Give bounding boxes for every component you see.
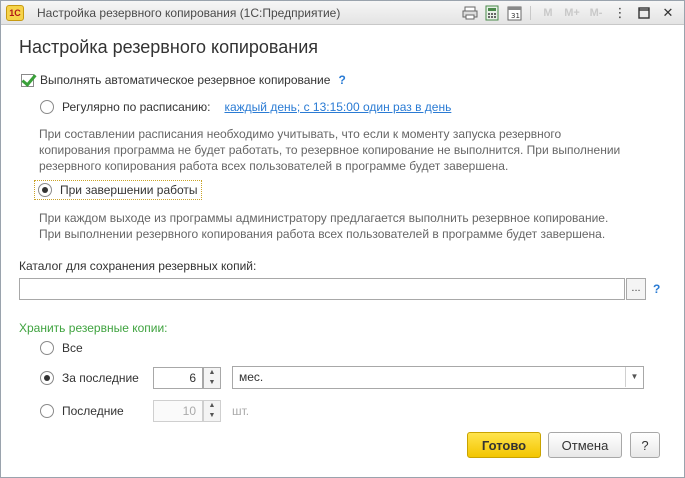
period-unit-value: мес. (239, 370, 264, 384)
title-bar: 1C Настройка резервного копирования (1С:… (1, 1, 684, 25)
calendar-icon[interactable]: 31 (505, 4, 523, 22)
print-icon[interactable] (461, 4, 479, 22)
keep-backups-label: Хранить резервные копии: (19, 321, 168, 335)
schedule-option-row[interactable]: Регулярно по расписанию: каждый день; с … (40, 100, 451, 114)
directory-help-icon[interactable]: ? (653, 282, 660, 296)
on-exit-note-line: При каждом выходе из программы администр… (39, 211, 609, 225)
title-bar-toolbar: 31 M M+ M- ⋮ ✕ (461, 4, 678, 22)
auto-backup-checkbox[interactable] (21, 73, 34, 87)
schedule-label[interactable]: Регулярно по расписанию: (62, 100, 210, 114)
keep-count-label[interactable]: Последние (62, 404, 124, 418)
stepper-down-icon[interactable]: ▼ (204, 378, 220, 388)
memory-add-button[interactable]: M+ (562, 7, 582, 19)
on-exit-radio[interactable] (38, 183, 52, 197)
keep-all-radio[interactable] (40, 341, 54, 355)
directory-select-button[interactable]: ... (626, 278, 646, 300)
on-exit-note: При каждом выходе из программы администр… (39, 210, 608, 242)
calculator-icon[interactable] (483, 4, 501, 22)
schedule-link[interactable]: каждый день; с 13:15:00 один раз в день (224, 100, 451, 114)
close-icon[interactable]: ✕ (658, 4, 678, 22)
backup-settings-window: 1C Настройка резервного копирования (1С:… (0, 0, 685, 478)
memory-subtract-button[interactable]: M- (586, 7, 606, 19)
on-exit-note-line: При выполнении резервного копирования ра… (39, 227, 606, 241)
keep-period-stepper[interactable]: ▲ ▼ (203, 367, 221, 389)
schedule-note: При составлении расписания необходимо уч… (39, 126, 620, 174)
keep-period-value-input[interactable]: 6 (153, 367, 203, 389)
auto-backup-label[interactable]: Выполнять автоматическое резервное копир… (40, 73, 330, 87)
keep-count-radio[interactable] (40, 404, 54, 418)
maximize-icon[interactable] (634, 4, 654, 22)
help-button[interactable]: ? (630, 432, 660, 458)
on-exit-option-row[interactable]: При завершении работы (34, 180, 202, 200)
svg-text:31: 31 (511, 12, 520, 20)
keep-period-radio[interactable] (40, 371, 54, 385)
more-menu-icon[interactable]: ⋮ (610, 4, 630, 22)
form-title: Настройка резервного копирования (19, 37, 319, 57)
period-unit-select[interactable]: мес. ▼ (232, 366, 644, 389)
done-button[interactable]: Готово (467, 432, 541, 458)
directory-label: Каталог для сохранения резервных копий: (19, 259, 257, 273)
schedule-note-line: При составлении расписания необходимо уч… (39, 127, 562, 141)
on-exit-focus-frame[interactable]: При завершении работы (34, 180, 202, 200)
auto-backup-help-icon[interactable]: ? (338, 73, 345, 87)
stepper-down-icon[interactable]: ▼ (204, 411, 220, 421)
count-unit-label: шт. (232, 404, 250, 418)
keep-count-value-input[interactable]: 10 (153, 400, 203, 422)
toolbar-separator (530, 6, 531, 20)
directory-input[interactable] (19, 278, 625, 300)
keep-period-row[interactable]: За последние (40, 371, 139, 385)
schedule-note-line: копирования программа не будет работать,… (39, 143, 621, 157)
window-title: Настройка резервного копирования (1С:Пре… (37, 6, 341, 20)
auto-backup-row[interactable]: Выполнять автоматическое резервное копир… (21, 73, 346, 87)
cancel-button[interactable]: Отмена (548, 432, 622, 458)
schedule-note-line: резервного копирования работа всех польз… (39, 159, 509, 173)
chevron-down-icon[interactable]: ▼ (625, 367, 643, 387)
keep-all-row[interactable]: Все (40, 341, 83, 355)
on-exit-label[interactable]: При завершении работы (60, 183, 198, 197)
memory-store-button[interactable]: M (538, 7, 558, 19)
keep-count-row[interactable]: Последние (40, 404, 124, 418)
stepper-up-icon[interactable]: ▲ (204, 401, 220, 411)
schedule-radio[interactable] (40, 100, 54, 114)
keep-count-stepper[interactable]: ▲ ▼ (203, 400, 221, 422)
keep-period-label[interactable]: За последние (62, 371, 139, 385)
app-logo-icon[interactable]: 1C (6, 5, 24, 21)
stepper-up-icon[interactable]: ▲ (204, 368, 220, 378)
keep-all-label[interactable]: Все (62, 341, 83, 355)
